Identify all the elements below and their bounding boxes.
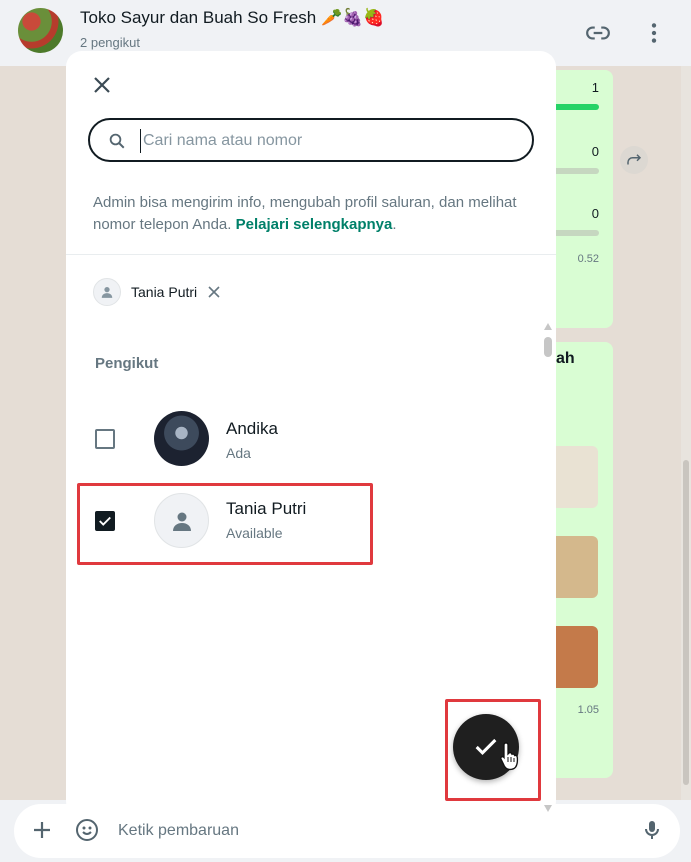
confirm-highlight — [445, 699, 541, 801]
poll-count: 0 — [591, 144, 599, 159]
chip-remove-icon[interactable] — [207, 285, 221, 299]
chat-scrollbar-thumb[interactable] — [683, 460, 689, 785]
scroll-down-arrow[interactable] — [544, 805, 552, 812]
search-field[interactable] — [88, 118, 534, 162]
person-icon — [93, 278, 121, 306]
channel-avatar[interactable] — [18, 8, 63, 53]
section-title: Pengikut — [95, 355, 159, 372]
product-image[interactable] — [556, 536, 598, 598]
contact-name: Andika — [226, 419, 278, 438]
channel-title-emoji: 🥕🍇🍓 — [320, 8, 385, 27]
search-icon — [108, 132, 126, 150]
avatar[interactable] — [154, 411, 209, 466]
link-icon[interactable] — [585, 20, 611, 46]
selection-highlight — [77, 483, 373, 565]
info-end: . — [392, 216, 397, 233]
divider — [66, 254, 556, 255]
poll-count: 0 — [591, 206, 599, 221]
selected-contact-chip: Tania Putri — [93, 277, 221, 307]
more-vertical-icon[interactable] — [641, 20, 667, 46]
channel-title[interactable]: Toko Sayur dan Buah So Fresh 🥕🍇🍓 — [80, 8, 385, 28]
forward-icon[interactable] — [620, 146, 648, 174]
search-input[interactable] — [140, 129, 520, 153]
plus-icon[interactable] — [32, 820, 52, 840]
add-admin-dialog: Admin bisa mengirim info, mengubah profi… — [66, 51, 556, 817]
message-title-fragment: ah — [556, 350, 575, 367]
contact-status: Ada — [226, 445, 251, 461]
dialog-scrollbar[interactable] — [544, 323, 552, 817]
close-icon[interactable] — [90, 73, 114, 97]
mic-icon[interactable] — [640, 818, 664, 842]
product-image[interactable] — [556, 626, 598, 688]
channel-subtitle: 2 pengikut — [80, 35, 140, 50]
contact-checkbox[interactable] — [95, 429, 115, 449]
chip-label: Tania Putri — [131, 284, 198, 300]
product-image[interactable] — [556, 446, 598, 508]
hand-cursor-icon — [499, 741, 521, 771]
channel-title-text: Toko Sayur dan Buah So Fresh — [80, 8, 317, 27]
poll-count: 1 — [591, 80, 599, 95]
message-time: 0.52 — [577, 253, 599, 265]
composer-placeholder[interactable]: Ketik pembaruan — [118, 822, 239, 840]
message-time: 1.05 — [577, 704, 599, 716]
admin-info-text: Admin bisa mengirim info, mengubah profi… — [93, 192, 523, 236]
scroll-up-arrow[interactable] — [544, 323, 552, 330]
contact-row-andika[interactable]: Andika Ada — [66, 399, 544, 479]
sticker-icon[interactable] — [75, 818, 99, 842]
learn-more-link[interactable]: Pelajari selengkapnya — [236, 216, 393, 233]
dialog-scrollbar-thumb[interactable] — [544, 337, 552, 357]
